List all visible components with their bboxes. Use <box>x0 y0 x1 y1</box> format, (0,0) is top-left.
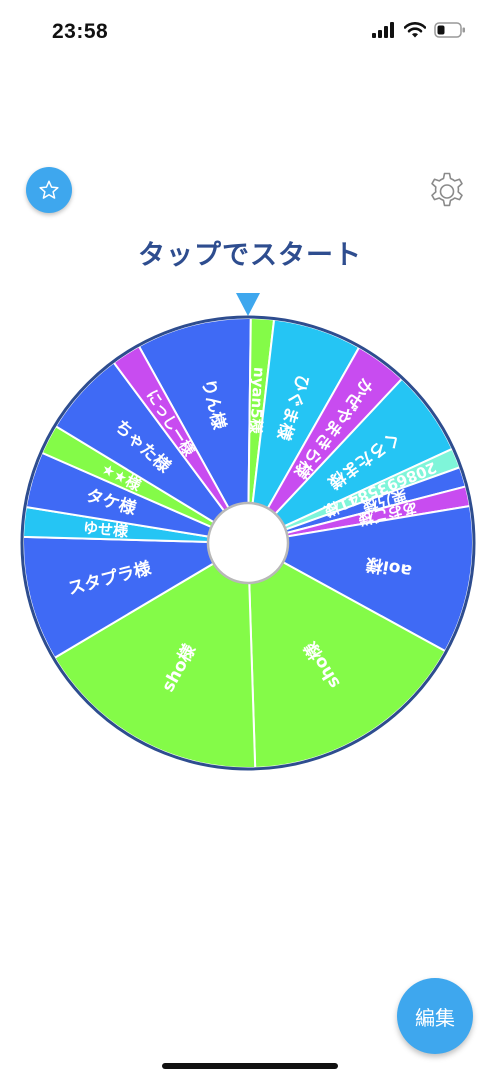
roulette-wheel[interactable]: りん様 nyan5様 ひぐま様 かぜやまきら様 くろたま様 2086935841様 栗乃様あ… <box>0 280 500 780</box>
star-icon <box>38 179 60 201</box>
settings-button[interactable] <box>426 170 468 212</box>
tap-to-start-label: タップでスタート <box>138 240 362 271</box>
status-bar: 23:58 <box>0 0 500 64</box>
home-indicator <box>162 1063 338 1069</box>
wheel-hub <box>206 501 290 585</box>
triangle-down-icon <box>236 293 260 316</box>
edit-button[interactable]: 編集 <box>397 978 473 1054</box>
favorites-button[interactable] <box>26 167 72 213</box>
gear-icon <box>427 171 467 211</box>
cellular-signal-icon <box>372 22 396 38</box>
battery-icon <box>434 22 466 38</box>
status-time: 23:58 <box>52 20 109 43</box>
edit-button-label: 編集 <box>415 1005 455 1030</box>
wifi-icon <box>404 22 426 38</box>
status-icons <box>372 22 466 38</box>
roulette-wheel-graphic[interactable]: りん様 nyan5様 ひぐま様かぜやまきら様くろたま様2086935841様栗乃様あ… <box>0 280 500 780</box>
